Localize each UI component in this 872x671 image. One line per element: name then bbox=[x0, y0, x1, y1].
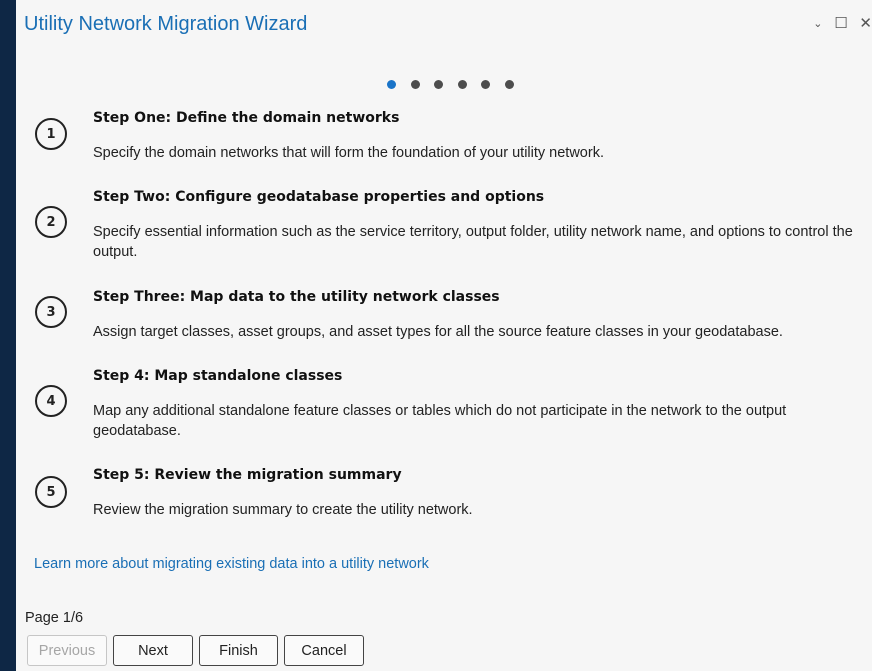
page-dot-2[interactable] bbox=[410, 80, 420, 89]
step-title: Step One: Define the domain networks bbox=[93, 110, 400, 126]
step-description: Specify the domain networks that will fo… bbox=[93, 145, 604, 161]
page-dot-6[interactable] bbox=[504, 80, 514, 89]
page-indicator: Page 1/6 bbox=[25, 610, 84, 626]
step-title: Step 5: Review the migration summary bbox=[93, 467, 402, 483]
close-icon[interactable]: ✕ bbox=[859, 14, 872, 32]
step-description: Map any additional standalone feature cl… bbox=[93, 403, 787, 439]
wizard-title: Utility Network Migration Wizard bbox=[24, 13, 308, 35]
step-title: Step Three: Map data to the utility netw… bbox=[93, 289, 500, 305]
page-dot-1[interactable] bbox=[387, 80, 396, 89]
step-description: Assign target classes, asset groups, and… bbox=[93, 324, 783, 340]
step-title: Step Two: Configure geodatabase properti… bbox=[93, 189, 545, 205]
step-description: Review the migration summary to create t… bbox=[93, 502, 473, 518]
page-dot-3[interactable] bbox=[434, 80, 443, 89]
next-button[interactable]: Next bbox=[113, 635, 193, 666]
previous-button[interactable]: Previous bbox=[27, 635, 107, 666]
step-number-icon: 4 bbox=[35, 385, 67, 417]
wizard-pane: Utility Network Migration Wizard ⌄ ☐ ✕ 1… bbox=[16, 0, 872, 671]
page-dots bbox=[387, 74, 528, 89]
chevron-down-icon[interactable]: ⌄ bbox=[813, 17, 822, 30]
step-title: Step 4: Map standalone classes bbox=[93, 368, 343, 384]
step-description: Specify essential information such as th… bbox=[93, 224, 853, 260]
learn-more-link[interactable]: Learn more about migrating existing data… bbox=[34, 556, 429, 572]
maximize-icon[interactable]: ☐ bbox=[834, 14, 847, 32]
page-dot-5[interactable] bbox=[481, 80, 490, 89]
step-number-icon: 5 bbox=[35, 476, 67, 508]
title-bar: Utility Network Migration Wizard ⌄ ☐ ✕ bbox=[16, 0, 872, 52]
window-controls: ⌄ ☐ ✕ bbox=[806, 14, 872, 32]
step-number-icon: 1 bbox=[35, 118, 67, 150]
finish-button[interactable]: Finish bbox=[199, 635, 278, 666]
page-dot-4[interactable] bbox=[457, 80, 467, 89]
cancel-button[interactable]: Cancel bbox=[284, 635, 364, 666]
step-number-icon: 3 bbox=[35, 296, 67, 328]
step-number-icon: 2 bbox=[35, 206, 67, 238]
